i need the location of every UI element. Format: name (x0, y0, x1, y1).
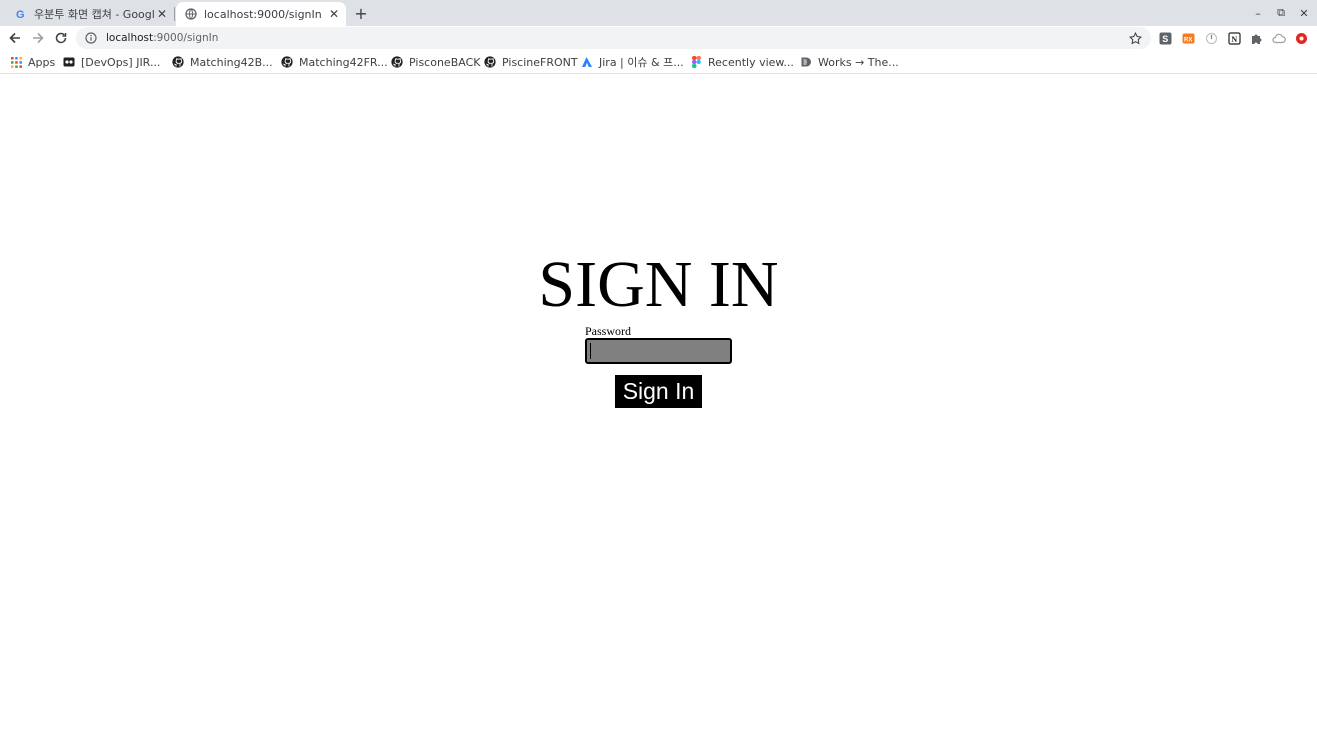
back-button[interactable] (5, 28, 25, 48)
bookmark-label: Matching42B... (190, 55, 273, 69)
figma-icon (689, 55, 703, 69)
url-text: localhost:9000/signIn (106, 32, 218, 44)
globe-icon (184, 7, 198, 21)
bookmark-star-icon[interactable] (1127, 30, 1143, 46)
browser-toolbar: localhost:9000/signIn S RX N (0, 26, 1317, 50)
google-icon: G (14, 7, 28, 21)
bookmark-devops-jira[interactable]: [DevOps] JIR... (62, 54, 160, 70)
bookmark-piscinefront[interactable]: PiscineFRONT (483, 54, 578, 70)
password-label: Password (585, 324, 632, 338)
bookmark-matching42b[interactable]: Matching42B... (171, 54, 273, 70)
rx-extension-icon[interactable]: RX (1180, 30, 1196, 46)
page-content: SIGN IN Password Sign In (0, 75, 1317, 750)
tab-google-search[interactable]: G 우분투 화면 캡쳐 - Google 검 ✕ (6, 2, 174, 26)
svg-text:N: N (1231, 34, 1237, 43)
bookmark-apps[interactable]: Apps (9, 54, 55, 70)
cloud-icon[interactable] (1271, 30, 1287, 46)
page-title: SIGN IN (538, 248, 779, 321)
restore-button[interactable]: ⧉ (1270, 3, 1292, 23)
address-bar[interactable]: localhost:9000/signIn (76, 27, 1151, 49)
close-icon[interactable]: ✕ (154, 6, 170, 22)
text-caret (590, 343, 591, 359)
svg-text:G: G (16, 9, 25, 20)
back-arrow-icon (9, 32, 20, 44)
new-tab-button[interactable]: + (352, 4, 370, 23)
url-host: localhost (106, 32, 154, 44)
bookmark-label: Matching42FR... (299, 55, 388, 69)
tab-divider (174, 7, 175, 21)
forward-button[interactable] (28, 28, 48, 48)
bookmark-label: Works → The... (818, 55, 899, 69)
window-close-button[interactable]: ✕ (1293, 3, 1315, 23)
bookmark-label: PisconeBACK (409, 55, 481, 69)
bookmark-label: Apps (28, 55, 56, 69)
tab-strip: G 우분투 화면 캡쳐 - Google 검 ✕ localhost:9000/… (0, 0, 1317, 26)
close-icon[interactable]: ✕ (326, 6, 342, 22)
github-icon (390, 55, 404, 69)
tab-signin[interactable]: localhost:9000/signIn ✕ (176, 2, 346, 26)
bookmark-works[interactable]: Works → The... (799, 54, 899, 70)
record-icon[interactable] (1293, 30, 1309, 46)
github-icon (280, 55, 294, 69)
github-icon (483, 55, 497, 69)
s-extension-icon[interactable]: S (1157, 30, 1173, 46)
bookmark-recently-viewed[interactable]: Recently view... (689, 54, 794, 70)
bookmark-label: Recently view... (708, 55, 794, 69)
reload-button[interactable] (51, 28, 71, 48)
notion-extension-icon[interactable]: N (1226, 30, 1242, 46)
password-input[interactable] (585, 338, 732, 364)
bookmarks-bar: Apps [DevOps] JIR... Matching42B... Matc… (0, 50, 1317, 74)
svg-text:S: S (1162, 34, 1168, 44)
works-icon (799, 55, 813, 69)
github-icon (171, 55, 185, 69)
url-path: :9000/signIn (153, 32, 219, 44)
bookmark-jira-issues[interactable]: Jira | 이슈 & 프... (580, 54, 684, 70)
forward-arrow-icon (33, 32, 44, 44)
svg-text:RX: RX (1184, 37, 1192, 43)
circle-extension-icon[interactable] (1203, 30, 1219, 46)
tab-title: localhost:9000/signIn (204, 7, 322, 21)
bookmark-pisconeback[interactable]: PisconeBACK (390, 54, 480, 70)
apps-grid-icon (9, 55, 23, 69)
bookmark-label: Jira | 이슈 & 프... (599, 56, 684, 69)
bookmark-label: [DevOps] JIR... (81, 55, 161, 69)
puzzle-icon[interactable] (1248, 30, 1264, 46)
minimize-button[interactable]: – (1247, 3, 1269, 23)
tab-title: 우분투 화면 캡쳐 - Google 검 (34, 8, 154, 21)
devops-icon (62, 55, 76, 69)
reload-icon (55, 32, 67, 44)
info-icon[interactable] (84, 31, 98, 45)
sign-in-button[interactable]: Sign In (615, 375, 702, 408)
jira-icon (580, 55, 594, 69)
bookmark-label: PiscineFRONT (502, 55, 578, 69)
bookmark-matching42fr[interactable]: Matching42FR... (280, 54, 388, 70)
